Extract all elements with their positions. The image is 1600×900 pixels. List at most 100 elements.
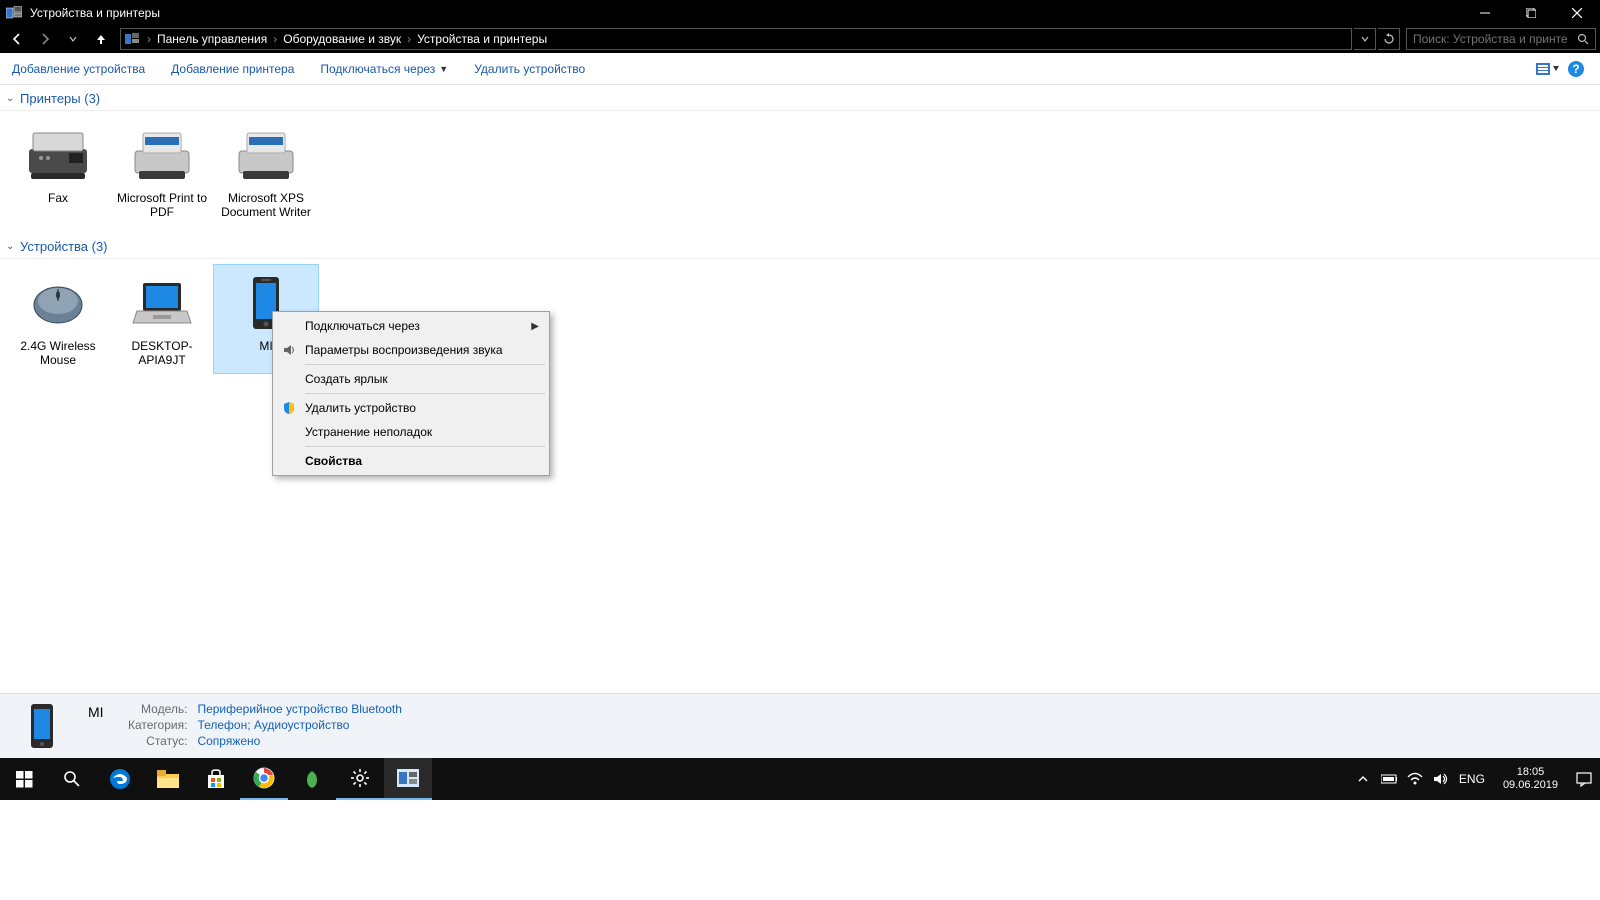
chevron-down-icon: ▼ [439,64,448,74]
clock-date: 09.06.2019 [1503,779,1558,792]
maximize-button[interactable] [1508,0,1554,25]
details-category-value: Телефон; Аудиоустройство [197,718,401,732]
start-button[interactable] [0,758,48,800]
search-button[interactable] [48,758,96,800]
clock[interactable]: 18:05 09.06.2019 [1503,766,1558,792]
clock-time: 18:05 [1503,766,1558,779]
group-header-printers[interactable]: ⌄ Принтеры (3) [0,85,1600,111]
chevron-right-icon: › [407,32,411,46]
mouse-icon [18,271,98,335]
cm-sound-settings[interactable]: Параметры воспроизведения звука [275,338,547,362]
group-header-devices[interactable]: ⌄ Устройства (3) [0,233,1600,259]
details-status-value: Сопряжено [197,734,401,748]
details-model-value: Периферийное устройство Bluetooth [197,702,401,716]
details-category-label: Категория: [128,718,187,732]
search-input[interactable] [1413,32,1568,46]
printer-icon [226,123,306,187]
commandbar: Добавление устройства Добавление принтер… [0,53,1600,85]
group-title: Устройства (3) [20,239,108,254]
details-status-label: Статус: [128,734,187,748]
window-icon [4,5,24,21]
search-icon[interactable] [1577,33,1589,45]
store-button[interactable] [192,758,240,800]
device-fax[interactable]: Fax [6,117,110,225]
edge-button[interactable] [96,758,144,800]
connect-via-button[interactable]: Подключаться через▼ [320,62,448,76]
close-button[interactable] [1554,0,1600,25]
taskbar: ENG 18:05 09.06.2019 [0,758,1600,800]
wifi-icon[interactable] [1407,771,1423,787]
details-props: Модель: Периферийное устройство Bluetoot… [128,702,402,748]
cm-create-shortcut[interactable]: Создать ярлык [275,367,547,391]
add-printer-button[interactable]: Добавление принтера [171,62,294,76]
control-panel-taskbar-button[interactable] [384,758,432,800]
breadcrumb-item[interactable]: Панель управления [155,32,269,46]
device-label: Fax [48,191,68,205]
cm-remove-device[interactable]: Удалить устройство [275,396,547,420]
device-label: Microsoft XPS Document Writer [216,191,316,219]
addressbar: › Панель управления › Оборудование и зву… [0,25,1600,53]
details-name: MI [88,704,114,720]
cm-troubleshoot[interactable]: Устранение неполадок [275,420,547,444]
svg-text:?: ? [1572,62,1579,76]
printers-row: Fax Microsoft Print to PDF Microsoft XPS… [0,117,1600,233]
chevron-right-icon: › [273,32,277,46]
recent-dropdown[interactable] [60,27,86,51]
device-desktop[interactable]: DESKTOP-APIA9JT [110,265,214,373]
breadcrumb[interactable]: › Панель управления › Оборудование и зву… [120,28,1352,50]
device-label: DESKTOP-APIA9JT [112,339,212,367]
action-center-icon[interactable] [1576,771,1592,787]
context-menu: Подключаться через ▶ Параметры воспроизв… [272,311,550,476]
cm-properties[interactable]: Свойства [275,449,547,473]
menu-separator [305,446,545,447]
printer-icon [122,123,202,187]
address-dropdown[interactable] [1354,28,1376,50]
device-label: 2.4G Wireless Mouse [8,339,108,367]
window-title: Устройства и принтеры [28,6,1462,20]
view-options-button[interactable] [1536,57,1560,81]
tray-overflow-icon[interactable] [1355,771,1371,787]
back-button[interactable] [4,27,30,51]
chevron-right-icon: ▶ [531,321,539,332]
minimize-button[interactable] [1462,0,1508,25]
file-explorer-button[interactable] [144,758,192,800]
menu-separator [305,364,545,365]
chevron-down-icon: ⌄ [6,93,20,104]
system-tray: ENG 18:05 09.06.2019 [1355,766,1600,792]
devices-row: 2.4G Wireless Mouse DESKTOP-APIA9JT MI [0,265,1600,381]
titlebar: Устройства и принтеры [0,0,1600,25]
speaker-icon [281,342,297,358]
device-label: Microsoft Print to PDF [112,191,212,219]
settings-button[interactable] [336,758,384,800]
search-box[interactable] [1406,28,1596,50]
device-print-to-pdf[interactable]: Microsoft Print to PDF [110,117,214,225]
refresh-button[interactable] [1378,28,1400,50]
cm-connect-via[interactable]: Подключаться через ▶ [275,314,547,338]
chrome-button[interactable] [240,758,288,800]
forward-button[interactable] [32,27,58,51]
device-mouse[interactable]: 2.4G Wireless Mouse [6,265,110,373]
breadcrumb-item[interactable]: Оборудование и звук [281,32,403,46]
content-area: ⌄ Принтеры (3) Fax Microsoft Print to PD… [0,85,1600,693]
remove-device-button[interactable]: Удалить устройство [474,62,585,76]
language-indicator[interactable]: ENG [1459,772,1485,786]
phone-icon [18,700,66,752]
chevron-down-icon: ⌄ [6,241,20,252]
shield-icon [281,400,297,416]
group-title: Принтеры (3) [20,91,100,106]
up-button[interactable] [88,27,114,51]
battery-icon[interactable] [1381,771,1397,787]
device-label: MI [259,339,272,353]
volume-icon[interactable] [1433,771,1449,787]
laptop-icon [122,271,202,335]
menu-separator [305,393,545,394]
fax-icon [18,123,98,187]
breadcrumb-item[interactable]: Устройства и принтеры [415,32,549,46]
details-pane: MI Модель: Периферийное устройство Bluet… [0,693,1600,758]
control-panel-icon [121,29,143,49]
details-model-label: Модель: [128,702,187,716]
device-xps-writer[interactable]: Microsoft XPS Document Writer [214,117,318,225]
help-button[interactable]: ? [1564,57,1588,81]
add-device-button[interactable]: Добавление устройства [12,62,145,76]
app-button-1[interactable] [288,758,336,800]
